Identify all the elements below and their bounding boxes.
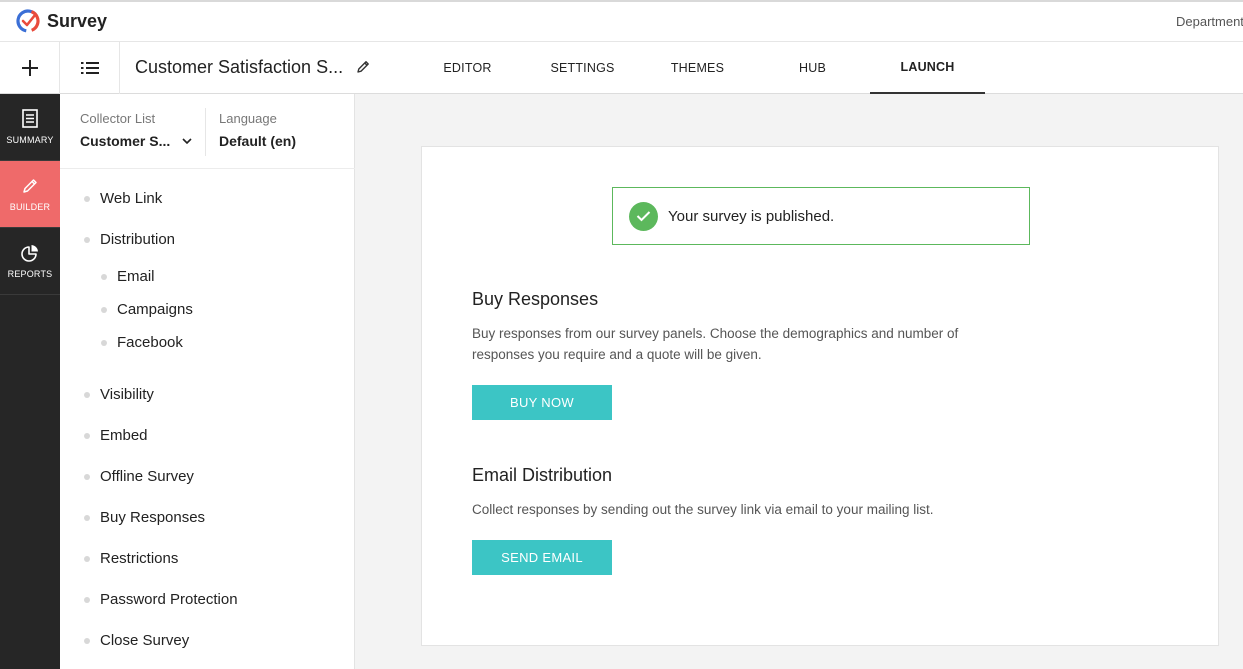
nav-item-label: Email	[117, 268, 155, 285]
nav-item-label: Campaigns	[117, 301, 193, 318]
collector-list-value-row: Customer S...	[80, 133, 192, 149]
nav-item-restrictions[interactable]: Restrictions	[84, 550, 178, 567]
nav-item-visibility[interactable]: Visibility	[84, 386, 154, 403]
pie-chart-icon	[21, 244, 38, 262]
bullet-dot	[84, 596, 90, 603]
document-icon	[22, 109, 38, 128]
published-message: Your survey is published.	[668, 207, 835, 225]
pencil-icon	[23, 178, 37, 193]
bullet-dot	[101, 306, 107, 313]
nav-item-label: Embed	[100, 427, 148, 444]
nav-item-facebook[interactable]: Facebook	[101, 334, 183, 351]
survey-logo-icon[interactable]	[16, 9, 40, 33]
nav-item-close-survey[interactable]: Close Survey	[84, 632, 189, 649]
nav-item-label: Restrictions	[100, 550, 179, 567]
language-label: Language	[219, 111, 277, 126]
nav-item-label: Offline Survey	[100, 468, 194, 485]
bullet-dot	[84, 236, 90, 243]
collector-list-value: Customer S...	[80, 133, 171, 149]
brand-bar: Survey Department	[0, 0, 1243, 42]
nav-item-label: Web Link	[100, 190, 163, 207]
collector-list-label: Collector List	[80, 111, 156, 126]
tab-launch[interactable]: LAUNCH	[870, 42, 985, 94]
sidebar-label-builder: BUILDER	[9, 201, 51, 212]
check-circle-icon	[629, 201, 658, 231]
nav-item-label: Visibility	[100, 386, 154, 403]
bullet-dot	[84, 195, 90, 202]
edit-title-pencil-icon[interactable]	[355, 59, 371, 75]
nav-item-web-link[interactable]: Web Link	[84, 190, 162, 207]
selector-divider	[205, 108, 206, 156]
survey-title: Customer Satisfaction S...	[135, 57, 344, 77]
email-distribution-title: Email Distribution	[472, 465, 613, 485]
survey-toolbar: Customer Satisfaction S... EDITOR SETTIN…	[0, 42, 1243, 94]
nav-item-buy-responses[interactable]: Buy Responses	[84, 509, 205, 526]
bullet-dot	[84, 514, 90, 521]
launch-card: Your survey is published. Buy Responses …	[421, 146, 1219, 646]
list-icon	[80, 62, 99, 74]
buy-responses-description: Buy responses from our survey panels. Ch…	[472, 326, 959, 362]
top-border	[0, 0, 1243, 2]
tab-hub[interactable]: HUB	[765, 42, 860, 94]
bullet-dot	[84, 473, 90, 480]
nav-item-distribution[interactable]: Distribution	[84, 231, 175, 248]
tab-themes[interactable]: THEMES	[650, 42, 745, 94]
bullet-dot	[84, 555, 90, 562]
plus-icon	[21, 60, 38, 76]
sidebar-item-reports[interactable]: REPORTS	[0, 228, 60, 295]
bullet-dot	[84, 637, 90, 644]
collector-list-select[interactable]: Collector List Customer S...	[80, 111, 192, 149]
bullet-dot	[101, 273, 107, 280]
tab-editor[interactable]: EDITOR	[420, 42, 515, 94]
check-icon	[636, 211, 651, 222]
left-sidebar: SUMMARY BUILDER REPORTS	[0, 94, 60, 669]
language-select[interactable]: Language Default (en)	[219, 111, 296, 149]
nav-item-label: Facebook	[117, 334, 183, 351]
brand-name: Survey	[47, 11, 108, 31]
survey-list-button[interactable]	[60, 42, 120, 94]
chevron-down-icon	[182, 138, 192, 144]
published-banner: Your survey is published.	[612, 187, 1030, 245]
launch-nav-panel: Collector List Customer S... Language De…	[60, 94, 355, 669]
email-distribution-description: Collect responses by sending out the sur…	[472, 502, 934, 517]
nav-item-label: Password Protection	[100, 591, 238, 608]
sidebar-label-summary: SUMMARY	[6, 135, 54, 145]
nav-item-embed[interactable]: Embed	[84, 427, 148, 444]
add-button[interactable]	[0, 42, 60, 94]
nav-item-label: Distribution	[100, 231, 176, 248]
bullet-dot	[84, 432, 90, 439]
nav-item-offline-survey[interactable]: Offline Survey	[84, 468, 194, 485]
sidebar-item-summary[interactable]: SUMMARY	[0, 94, 60, 161]
send-email-button[interactable]: SEND EMAIL	[472, 540, 612, 575]
nav-item-campaigns[interactable]: Campaigns	[101, 301, 193, 318]
sidebar-label-reports: REPORTS	[7, 268, 53, 279]
sidebar-item-builder[interactable]: BUILDER	[0, 161, 60, 228]
nav-separator	[60, 168, 355, 169]
bullet-dot	[101, 339, 107, 346]
tab-settings[interactable]: SETTINGS	[535, 42, 630, 94]
bullet-dot	[84, 391, 90, 398]
department-link[interactable]: Department	[1176, 14, 1243, 29]
nav-item-email[interactable]: Email	[101, 268, 155, 285]
nav-item-label: Close Survey	[100, 632, 190, 649]
buy-responses-title: Buy Responses	[472, 289, 599, 309]
buy-now-button[interactable]: BUY NOW	[472, 385, 612, 420]
nav-item-password-protection[interactable]: Password Protection	[84, 591, 238, 608]
language-value: Default (en)	[219, 133, 296, 149]
nav-item-label: Buy Responses	[100, 509, 206, 526]
